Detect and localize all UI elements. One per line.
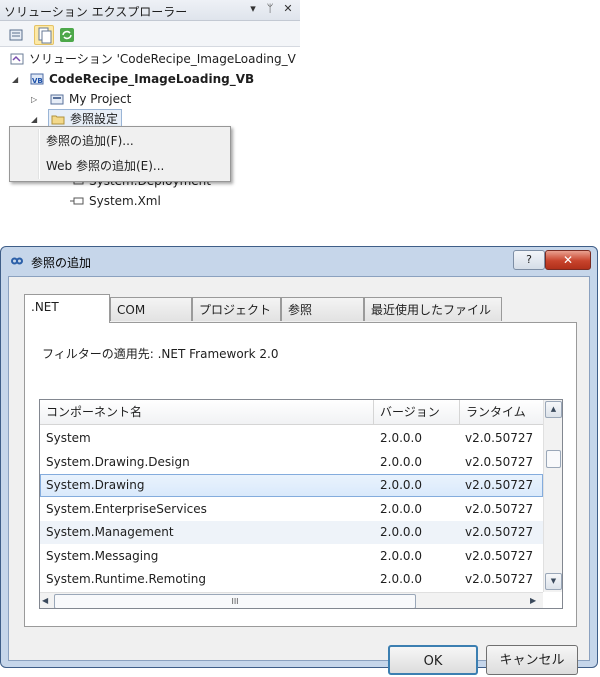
references-label: 参照設定 — [70, 112, 119, 126]
dropdown-icon[interactable]: ▾ — [246, 2, 260, 16]
cell-component-name: System.Management — [46, 525, 174, 539]
reference-item[interactable]: System.Xml — [70, 191, 161, 211]
cell-version: 2.0.0.0 — [380, 431, 422, 445]
cell-runtime: v2.0.50727 — [465, 548, 534, 563]
cancel-button[interactable]: キャンセル — [486, 645, 578, 675]
show-all-files-icon — [38, 27, 52, 44]
horizontal-scroll-thumb[interactable]: III — [54, 594, 416, 608]
table-row[interactable]: System.Runtime.Remoting 2.0.0.0 v2.0.50727 — [40, 568, 543, 591]
cell-runtime: v2.0.50727 — [465, 525, 534, 539]
cell-component-name: System.Drawing — [46, 478, 145, 492]
menu-item-add-web-reference[interactable]: Web 参照の追加(E)... — [46, 155, 164, 177]
pin-icon[interactable]: ᛘ — [263, 2, 277, 16]
my-project-node[interactable]: My Project — [50, 89, 131, 109]
help-button[interactable]: ? — [513, 250, 545, 270]
cell-component-name: System.EnterpriseServices — [46, 501, 207, 516]
column-header-version[interactable]: バージョン — [374, 400, 460, 424]
table-row[interactable]: System.EnterpriseServices 2.0.0.0 v2.0.507… — [40, 498, 543, 521]
ok-button[interactable]: OK — [388, 645, 478, 675]
menu-item-add-reference[interactable]: 参照の追加(F)... — [46, 130, 134, 152]
solution-label: ソリューション 'CodeRecipe_ImageLoading_V — [29, 52, 296, 66]
cell-version: 2.0.0.0 — [380, 548, 422, 563]
expand-arrow-icon[interactable]: ▷ — [31, 96, 39, 104]
component-list[interactable]: コンポーネント名 バージョン ランタイム System 2.0.0.0 v2.0.5… — [39, 399, 563, 609]
close-button[interactable]: ✕ — [545, 250, 591, 270]
horizontal-scrollbar[interactable]: ◀ III ▶ — [40, 592, 543, 608]
project-label: CodeRecipe_ImageLoading_VB — [49, 72, 255, 86]
filter-label: フィルターの適用先: .NET Framework 2.0 — [42, 347, 279, 361]
tab-projects[interactable]: プロジェクト — [192, 297, 281, 321]
tab-panel: フィルターの適用先: .NET Framework 2.0 コンポーネント名 バ… — [24, 322, 577, 627]
table-row[interactable]: System.Drawing 2.0.0.0 v2.0.50727 — [40, 474, 543, 497]
refresh-button[interactable] — [57, 25, 77, 45]
scroll-right-icon[interactable]: ▶ — [530, 596, 536, 605]
cell-component-name: System.Messaging — [46, 548, 159, 563]
table-row[interactable]: System 2.0.0.0 v2.0.50727 — [40, 427, 543, 450]
properties-button[interactable] — [6, 25, 26, 45]
cell-component-name: System.Drawing.Design — [46, 454, 190, 469]
close-icon[interactable]: ✕ — [281, 2, 295, 16]
solution-explorer-titlebar: ソリューション エクスプローラー ▾ ᛘ ✕ — [0, 0, 300, 21]
project-node[interactable]: VB CodeRecipe_ImageLoading_VB — [30, 69, 254, 89]
cell-version: 2.0.0.0 — [380, 501, 422, 516]
menu-gutter — [38, 129, 40, 179]
cell-runtime: v2.0.50727 — [465, 454, 534, 469]
tab-recent[interactable]: 最近使用したファイル — [364, 297, 502, 321]
reference-icon — [70, 197, 84, 205]
column-header-runtime[interactable]: ランタイム — [460, 400, 543, 424]
table-row[interactable]: System.Drawing.Design 2.0.0.0 v2.0.50727 — [40, 451, 543, 474]
tab-com[interactable]: COM — [110, 297, 192, 321]
refresh-icon — [60, 28, 74, 42]
cell-runtime: v2.0.50727 — [465, 501, 534, 516]
cell-component-name: System — [46, 431, 91, 445]
vertical-scrollbar[interactable]: ▲ ▼ — [543, 400, 562, 592]
scroll-up-icon[interactable]: ▲ — [545, 401, 562, 418]
dialog-title: 参照の追加 — [31, 256, 92, 270]
collapse-arrow-icon[interactable]: ◢ — [12, 76, 20, 84]
cell-version: 2.0.0.0 — [380, 478, 422, 492]
collapse-arrow-icon[interactable]: ◢ — [31, 116, 39, 124]
my-project-label: My Project — [69, 92, 132, 106]
vb-project-icon: VB — [30, 73, 44, 85]
show-all-files-button[interactable] — [34, 25, 54, 45]
reference-label: System.Xml — [89, 194, 161, 208]
scroll-left-icon[interactable]: ◀ — [42, 596, 48, 605]
my-project-icon — [50, 94, 64, 105]
solution-explorer-panel: ソリューション エクスプローラー ▾ ᛘ ✕ ソリューション 'CodeReci… — [0, 0, 300, 215]
scroll-thumb[interactable] — [546, 450, 561, 468]
cell-version: 2.0.0.0 — [380, 572, 422, 586]
tab-dotnet[interactable]: .NET — [24, 294, 110, 323]
cell-runtime: v2.0.50727 — [465, 478, 534, 492]
add-reference-dialog: 参照の追加 ? ✕ .NET COM プロジェクト 参照 最近使用したファイル … — [0, 246, 598, 675]
solution-node[interactable]: ソリューション 'CodeRecipe_ImageLoading_V — [10, 49, 296, 69]
list-header: コンポーネント名 バージョン ランタイム — [40, 400, 543, 425]
context-menu: 参照の追加(F)... Web 参照の追加(E)... — [9, 126, 231, 182]
cell-runtime: v2.0.50727 — [465, 572, 534, 586]
table-row[interactable]: System.Messaging 2.0.0.0 v2.0.50727 — [40, 545, 543, 568]
tab-browse[interactable]: 参照 — [281, 297, 364, 321]
solution-icon — [10, 53, 24, 65]
table-row[interactable]: System.Management 2.0.0.0 v2.0.50727 — [40, 521, 543, 544]
solution-explorer-title: ソリューション エクスプローラー — [4, 5, 188, 19]
dialog-app-icon — [10, 257, 24, 265]
solution-explorer-toolbar — [0, 21, 300, 47]
cell-component-name: System.Runtime.Remoting — [46, 572, 206, 586]
dialog-body: .NET COM プロジェクト 参照 最近使用したファイル フィルターの適用先:… — [8, 276, 590, 675]
cell-version: 2.0.0.0 — [380, 454, 422, 469]
cell-runtime: v2.0.50727 — [465, 431, 534, 445]
column-header-component[interactable]: コンポーネント名 — [40, 400, 374, 424]
cell-version: 2.0.0.0 — [380, 525, 422, 539]
scroll-down-icon[interactable]: ▼ — [545, 573, 562, 590]
properties-icon — [9, 29, 23, 41]
svg-text:VB: VB — [32, 77, 43, 85]
folder-icon — [51, 115, 65, 125]
